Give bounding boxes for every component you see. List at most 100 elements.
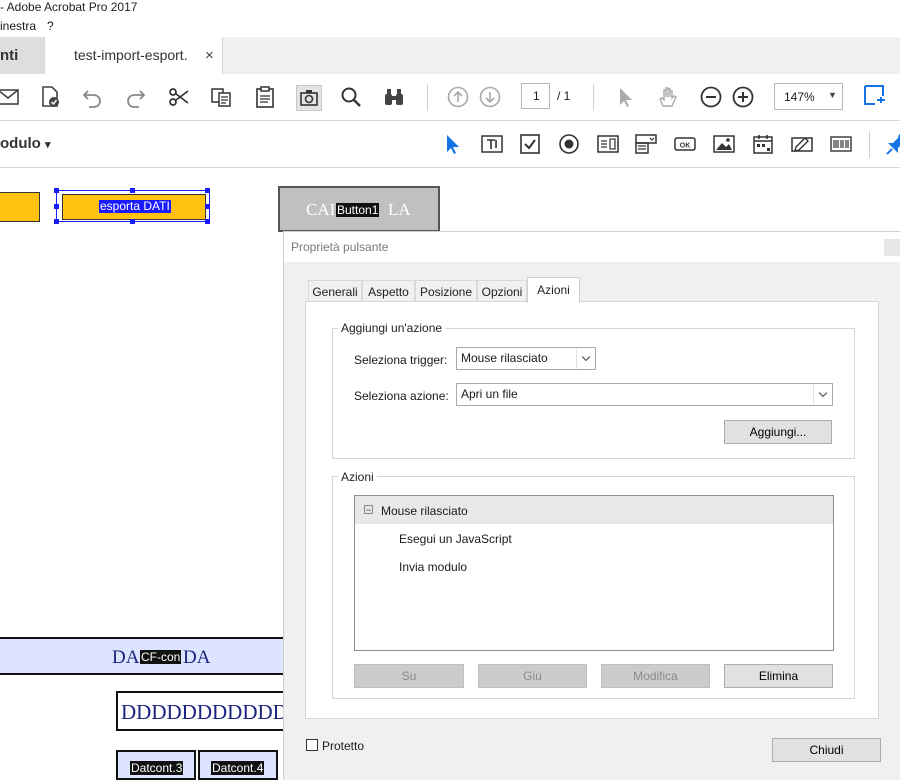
- resize-handle[interactable]: [205, 219, 210, 224]
- resize-handle[interactable]: [54, 219, 59, 224]
- datcont4-field[interactable]: Datcont.4: [198, 750, 278, 780]
- resize-handle[interactable]: [54, 188, 59, 193]
- button-field-name: Button1: [336, 203, 380, 217]
- tab-position[interactable]: Posizione: [415, 280, 477, 302]
- barcode-field-icon[interactable]: [829, 132, 853, 156]
- next-page-icon[interactable]: [478, 85, 502, 109]
- da-field-text-left: DA: [112, 647, 140, 668]
- da-field-text-right: DA: [183, 647, 211, 668]
- form-select-cursor-icon[interactable]: [441, 132, 465, 156]
- pdf-check-icon[interactable]: [38, 85, 62, 109]
- button-field-caption-end: LA: [388, 200, 411, 219]
- copy-icon[interactable]: [209, 85, 233, 109]
- resize-handle[interactable]: [130, 219, 135, 224]
- da-text-field[interactable]: DA CF-con DA: [0, 637, 285, 675]
- add-action-button-label: Aggiungi...: [749, 425, 807, 439]
- toolbar-divider: [427, 84, 428, 111]
- close-dialog-button[interactable]: Chiudi: [772, 738, 881, 762]
- zoom-out-icon[interactable]: [699, 85, 723, 109]
- button-tool-icon[interactable]: OK: [673, 132, 697, 156]
- tab-tools-label: nti: [0, 47, 19, 64]
- delete-action-button-label: Elimina: [758, 669, 799, 683]
- tab-appearance[interactable]: Aspetto: [362, 280, 415, 302]
- select-cursor-icon[interactable]: [614, 85, 638, 109]
- zoom-select[interactable]: 147% ▼: [774, 83, 843, 110]
- text-field-icon[interactable]: [480, 132, 504, 156]
- email-icon[interactable]: [0, 85, 20, 109]
- trigger-select[interactable]: Mouse rilasciato: [456, 347, 596, 370]
- dialog-close-icon[interactable]: [884, 239, 900, 256]
- radio-tool-icon[interactable]: [557, 132, 581, 156]
- tree-expander-icon[interactable]: −: [364, 505, 373, 515]
- prev-page-icon[interactable]: [446, 85, 470, 109]
- move-down-button[interactable]: Giù: [478, 664, 587, 688]
- tab-tools[interactable]: nti: [0, 37, 44, 74]
- action-select[interactable]: Apri un file: [456, 383, 833, 406]
- edit-action-button[interactable]: Modifica: [601, 664, 710, 688]
- cancel-button-field[interactable]: CAI Button1 LA: [278, 186, 440, 232]
- fit-page-icon[interactable]: [862, 83, 886, 107]
- dropdown-tool-icon[interactable]: [634, 132, 658, 156]
- tab-options-label: Opzioni: [481, 285, 523, 299]
- resize-handle[interactable]: [205, 188, 210, 193]
- tree-item-mouse-up-label: Mouse rilasciato: [381, 504, 468, 518]
- forms-toolbar: odulo ▾ OK: [0, 121, 900, 168]
- datcont3-field[interactable]: Datcont.3: [116, 750, 196, 780]
- add-action-button[interactable]: Aggiungi...: [724, 420, 832, 444]
- cut-icon[interactable]: [167, 85, 191, 109]
- document-tab-bar: nti test-import-esport. ×: [0, 37, 900, 75]
- paste-icon[interactable]: [253, 85, 277, 109]
- form-button-field[interactable]: [0, 192, 40, 222]
- tree-item-run-javascript[interactable]: Esegui un JavaScript: [399, 532, 512, 546]
- tab-position-label: Posizione: [419, 285, 473, 299]
- d-field-text: DDDDDDDDDDD: [121, 700, 285, 724]
- form-menu-button[interactable]: odulo ▾: [0, 135, 51, 152]
- zoom-value: 147%: [784, 90, 815, 104]
- d-text-field[interactable]: DDDDDDDDDDD: [116, 691, 285, 731]
- actions-tree[interactable]: − Mouse rilasciato Esegui un JavaScript …: [354, 495, 834, 651]
- tree-item-mouse-up[interactable]: − Mouse rilasciato: [355, 496, 833, 524]
- trigger-label: Seleziona trigger:: [354, 353, 448, 367]
- page-number-input[interactable]: 1: [521, 83, 550, 109]
- resize-handle[interactable]: [130, 188, 135, 193]
- undo-icon[interactable]: [80, 85, 104, 109]
- signature-field-icon[interactable]: [790, 132, 814, 156]
- hand-tool-icon[interactable]: [656, 85, 680, 109]
- tab-document[interactable]: test-import-esport. ×: [44, 37, 223, 75]
- redo-icon[interactable]: [124, 85, 148, 109]
- cf-field-name: CF-con: [140, 650, 182, 664]
- tab-options[interactable]: Opzioni: [477, 280, 527, 302]
- tab-close-icon[interactable]: ×: [205, 37, 214, 74]
- snapshot-icon[interactable]: [296, 85, 322, 111]
- delete-action-button[interactable]: Elimina: [724, 664, 833, 688]
- zoom-dropdown-icon: ▼: [828, 90, 837, 100]
- move-down-button-label: Giù: [523, 669, 542, 683]
- tab-actions[interactable]: Azioni: [527, 277, 580, 303]
- chevron-down-icon: [813, 384, 832, 405]
- toolbar-divider: [593, 84, 594, 111]
- checkbox-tool-icon[interactable]: [518, 132, 542, 156]
- menu-item-help[interactable]: ?: [47, 17, 54, 35]
- list-box-icon[interactable]: [596, 132, 620, 156]
- toolbar-divider: [869, 131, 870, 158]
- page-number-value: 1: [533, 89, 540, 103]
- search-icon[interactable]: [339, 85, 363, 109]
- dialog-title: Proprietà pulsante: [291, 240, 389, 254]
- binoculars-icon[interactable]: [382, 85, 406, 109]
- pin-icon[interactable]: [885, 132, 900, 156]
- resize-handle[interactable]: [54, 204, 59, 209]
- button-field-caption-start: CAI: [306, 200, 336, 219]
- tab-general[interactable]: Generali: [308, 280, 362, 302]
- edit-action-button-label: Modifica: [633, 669, 678, 683]
- resize-handle[interactable]: [205, 204, 210, 209]
- selected-field-frame[interactable]: esporta DATI: [54, 188, 210, 224]
- tree-item-submit-form[interactable]: Invia modulo: [399, 560, 467, 574]
- move-up-button[interactable]: Su: [354, 664, 464, 688]
- window-title: - Adobe Acrobat Pro 2017: [0, 0, 138, 14]
- zoom-in-icon[interactable]: [731, 85, 755, 109]
- datcont4-field-name: Datcont.4: [211, 761, 265, 775]
- date-field-icon[interactable]: [751, 132, 775, 156]
- image-field-icon[interactable]: [712, 132, 736, 156]
- protected-checkbox[interactable]: [306, 739, 318, 751]
- menu-item-window[interactable]: inestra: [0, 17, 36, 35]
